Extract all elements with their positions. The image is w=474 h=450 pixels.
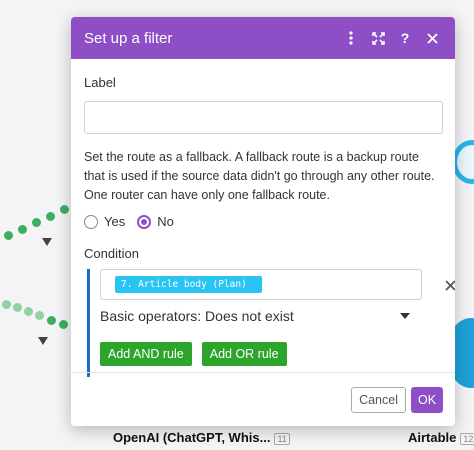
expand-icon[interactable] <box>367 27 389 49</box>
fallback-radio-group: Yes No <box>84 214 443 229</box>
route-dot <box>59 320 68 329</box>
fallback-no-option[interactable]: No <box>137 214 174 229</box>
route-dot <box>60 205 69 214</box>
route-dot <box>4 231 13 240</box>
label-input[interactable] <box>84 101 443 134</box>
route-dot <box>2 300 11 309</box>
route-dot <box>13 303 22 312</box>
radio-yes-label: Yes <box>104 214 126 229</box>
route-dot <box>32 218 41 227</box>
route-filter-icon[interactable] <box>38 337 48 345</box>
operand-pill[interactable]: 7. Article body (Plan) <box>115 276 262 293</box>
more-vertical-icon[interactable] <box>340 27 362 49</box>
condition-operand-input[interactable]: 7. Article body (Plan) <box>100 269 422 300</box>
condition-label: Condition <box>84 246 139 261</box>
module-badge: 11 <box>274 432 290 445</box>
route-filter-icon[interactable] <box>42 238 52 246</box>
remove-rule-icon[interactable] <box>445 275 455 296</box>
cancel-button[interactable]: Cancel <box>351 386 406 413</box>
filter-dialog: Set up a filter ? Label Set the route as… <box>71 17 455 426</box>
route-dot <box>18 225 27 234</box>
radio-no[interactable] <box>137 214 152 229</box>
condition-rule: 7. Article body (Plan) Basic operators: … <box>87 269 455 377</box>
label-field-label: Label <box>84 75 116 90</box>
fallback-yes-option[interactable]: Yes <box>84 214 125 229</box>
operator-value: Basic operators: Does not exist <box>100 308 294 324</box>
dialog-header: Set up a filter ? <box>71 17 455 59</box>
module-circle-top[interactable] <box>452 140 474 184</box>
operator-select[interactable]: Basic operators: Does not exist <box>100 308 410 324</box>
fallback-description: Set the route as a fallback. A fallback … <box>84 150 435 202</box>
dialog-body: Label Set the route as a fallback. A fal… <box>71 75 455 377</box>
radio-yes[interactable] <box>84 214 98 229</box>
add-and-rule-button[interactable]: Add AND rule <box>100 342 192 366</box>
ok-button[interactable]: OK <box>411 386 443 413</box>
close-icon[interactable] <box>421 27 443 49</box>
route-dot <box>46 212 55 221</box>
module-badge: 12 <box>460 432 474 445</box>
module-label-openai: OpenAI (ChatGPT, Whis... 11 <box>113 430 290 445</box>
module-label-airtable: Airtable 12 <box>408 430 474 445</box>
route-dot <box>24 307 33 316</box>
dialog-footer: Cancel OK <box>71 372 455 426</box>
route-dot <box>35 311 44 320</box>
help-icon[interactable]: ? <box>394 27 416 49</box>
route-dot <box>47 316 56 325</box>
chevron-down-icon <box>400 313 410 319</box>
rule-buttons: Add AND rule Add OR rule <box>100 342 425 366</box>
add-or-rule-button[interactable]: Add OR rule <box>201 342 287 366</box>
radio-no-label: No <box>157 214 174 229</box>
dialog-title: Set up a filter <box>84 29 173 47</box>
